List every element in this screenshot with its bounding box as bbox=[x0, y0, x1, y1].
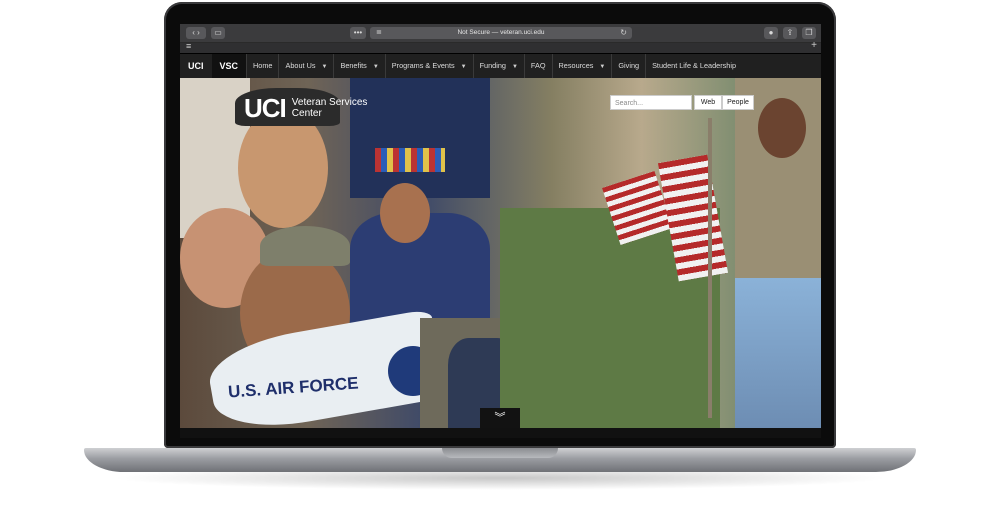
hero-photo-uniform bbox=[350, 78, 490, 198]
chevron-down-icon: ▼ bbox=[372, 64, 379, 70]
chevron-down-icon: ▼ bbox=[599, 64, 606, 70]
nav-home[interactable]: Home bbox=[246, 54, 278, 78]
uci-logo[interactable]: UCI Veteran Services Center bbox=[244, 94, 367, 122]
tab-bar: ≡ + bbox=[180, 40, 821, 53]
laptop-notch bbox=[442, 448, 558, 458]
logo-subtitle-line1: Veteran Services bbox=[291, 97, 368, 108]
url-text: Not Secure — veteran.uci.edu bbox=[457, 29, 545, 36]
hero-photo-ribbons bbox=[375, 148, 445, 172]
share-icon[interactable]: ⇪ bbox=[783, 27, 797, 39]
tabs-icon[interactable]: ❐ bbox=[802, 27, 816, 39]
hero-photo-flagpole bbox=[708, 118, 712, 418]
more-dots-button[interactable]: ••• bbox=[350, 27, 366, 39]
screen-bottom-bar bbox=[180, 428, 821, 438]
laptop-screen: ‹ › ▭ ••• ≣ Not Secure — veteran.uci.edu… bbox=[180, 24, 821, 438]
nav-faq[interactable]: FAQ bbox=[523, 54, 552, 78]
forward-icon[interactable]: › bbox=[197, 28, 200, 37]
sidebar-icon[interactable]: ▭ bbox=[211, 27, 225, 39]
nav-funding[interactable]: Funding ▼ bbox=[472, 54, 524, 78]
reload-icon[interactable]: ↻ bbox=[620, 27, 627, 39]
reader-icon[interactable]: ≣ bbox=[376, 27, 382, 39]
nav-programs-events[interactable]: Programs & Events ▼ bbox=[384, 54, 473, 78]
nav-giving[interactable]: Giving bbox=[611, 54, 645, 78]
search-web-button[interactable]: Web bbox=[694, 95, 722, 110]
address-bar[interactable]: ≣ Not Secure — veteran.uci.edu ↻ bbox=[370, 27, 632, 39]
hero-photo-sky bbox=[735, 278, 821, 428]
hero-photo-airman-face bbox=[380, 183, 430, 243]
hero-photo-servicewoman-face bbox=[758, 98, 806, 158]
hero-collage: U.S. AIR FORCE UCI Veteran Services Cent… bbox=[180, 78, 821, 428]
nav-about-us[interactable]: About Us ▼ bbox=[278, 54, 333, 78]
chevron-down-icon: ▼ bbox=[321, 64, 328, 70]
nav-brand-vsc[interactable]: VSC bbox=[211, 54, 247, 78]
nav-benefits[interactable]: Benefits ▼ bbox=[333, 54, 384, 78]
search-input[interactable]: Search... bbox=[610, 95, 692, 110]
browser-toolbar: ‹ › ▭ ••• ≣ Not Secure — veteran.uci.edu… bbox=[180, 24, 821, 43]
back-icon[interactable]: ‹ bbox=[192, 28, 195, 37]
info-icon[interactable]: ● bbox=[764, 27, 778, 39]
new-tab-icon[interactable]: + bbox=[811, 40, 817, 51]
chevron-down-icon: ▼ bbox=[511, 64, 518, 70]
scroll-down-button[interactable]: ︾ bbox=[480, 408, 520, 428]
nav-brand-uci[interactable]: UCI bbox=[180, 54, 212, 78]
double-chevron-down-icon: ︾ bbox=[494, 412, 506, 424]
search-people-button[interactable]: People bbox=[722, 95, 754, 110]
chevron-down-icon: ▼ bbox=[460, 64, 467, 70]
nav-student-life[interactable]: Student Life & Leadership bbox=[645, 54, 742, 78]
hero-photo-soldier-cap bbox=[260, 226, 350, 266]
logo-subtitle-line2: Center bbox=[291, 108, 322, 119]
back-forward-buttons[interactable]: ‹ › bbox=[186, 27, 206, 39]
hero-photo-officer-face bbox=[238, 108, 328, 228]
menu-icon[interactable]: ≡ bbox=[186, 41, 191, 51]
nav-resources[interactable]: Resources ▼ bbox=[551, 54, 612, 78]
site-navigation: UCI VSC Home About Us ▼ Benefits ▼ Program… bbox=[180, 54, 821, 78]
